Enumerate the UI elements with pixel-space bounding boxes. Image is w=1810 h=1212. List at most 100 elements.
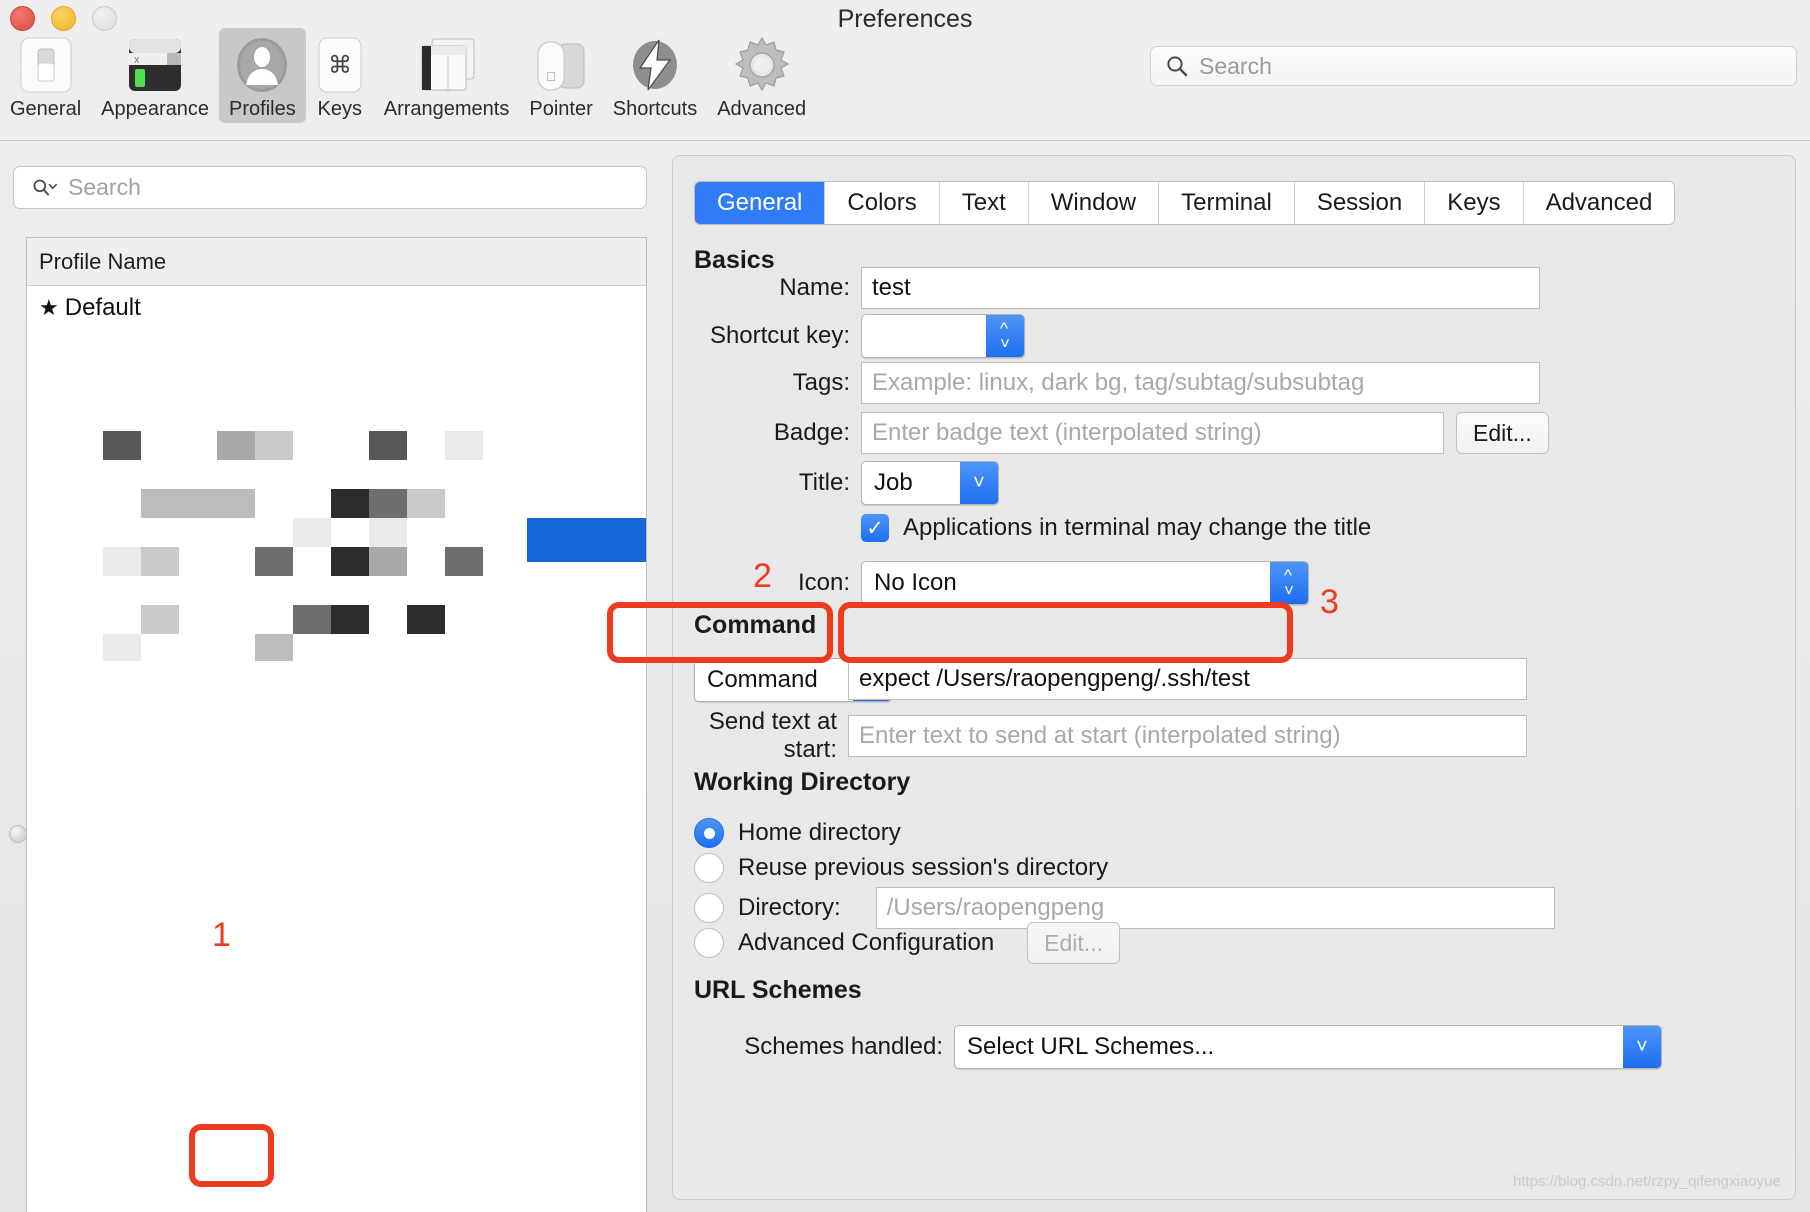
switch-icon (18, 34, 74, 96)
toolbar-item-label: Advanced (717, 98, 807, 120)
radio-custom-directory-label: Directory: (738, 894, 841, 921)
toolbar-item-label: Shortcuts (612, 98, 698, 120)
redacted-block (141, 489, 179, 518)
command-heading: Command (694, 611, 817, 639)
command-value-text: expect /Users/raopengpeng/.ssh/test (859, 665, 1250, 692)
profile-list[interactable]: Profile Name ★ Default test (26, 237, 647, 1212)
toolbar-item-label: General (10, 98, 82, 120)
profile-search-field[interactable]: Search (13, 166, 647, 209)
badge-field[interactable]: Enter badge text (interpolated string) (861, 412, 1444, 454)
name-field[interactable]: test (861, 267, 1540, 309)
radio-custom-directory[interactable] (694, 893, 724, 923)
star-icon: ★ (39, 295, 59, 320)
svg-text:⌘: ⌘ (328, 52, 352, 79)
redacted-block (369, 518, 407, 547)
send-text-field[interactable]: Enter text to send at start (interpolate… (848, 715, 1527, 757)
schemes-handled-popup[interactable]: Select URL Schemes... ˅ (954, 1025, 1662, 1069)
bolt-icon (626, 34, 684, 96)
icon-popup[interactable]: No Icon ^ ˅ (861, 561, 1309, 605)
redacted-block (103, 547, 141, 576)
title-change-checkbox-label: Applications in terminal may change the … (903, 514, 1372, 541)
title-value: Job (874, 469, 913, 496)
toolbar-item-advanced[interactable]: Advanced (707, 28, 816, 123)
redacted-block (255, 634, 293, 661)
stepper-arrows-icon[interactable]: ^˅ (1270, 562, 1308, 604)
list-item-default[interactable]: ★ Default (27, 286, 646, 330)
redacted-block (369, 431, 407, 460)
annotation-number-2: 2 (753, 557, 772, 595)
toolbar-search-field[interactable]: Search (1150, 46, 1797, 86)
redacted-block (141, 605, 179, 634)
watermark: https://blog.csdn.net/rzpy_qifengxiaoyue (1513, 1173, 1781, 1190)
toolbar-item-pointer[interactable]:  Pointer (519, 28, 602, 123)
advanced-edit-label: Edit... (1044, 929, 1103, 956)
redacted-block (293, 605, 331, 634)
radio-advanced-configuration-label: Advanced Configuration (738, 929, 995, 956)
icon-value: No Icon (874, 569, 957, 596)
redacted-block (217, 489, 255, 518)
tab-keys[interactable]: Keys (1425, 182, 1524, 224)
working-directory-heading: Working Directory (694, 768, 911, 796)
search-dropdown-icon (33, 179, 58, 195)
stepper-arrows-icon[interactable]: ^˅ (986, 315, 1024, 357)
advanced-configuration-edit-button: Edit... (1027, 922, 1120, 964)
redacted-block (179, 489, 217, 518)
command-value-field[interactable]: expect /Users/raopengpeng/.ssh/test (848, 658, 1527, 700)
redacted-block (369, 489, 407, 518)
windows-stack-icon (416, 34, 478, 96)
redacted-block (407, 489, 445, 518)
redacted-block (445, 431, 483, 460)
directory-field-placeholder: /Users/raopengpeng (886, 894, 1105, 921)
send-text-placeholder: Enter text to send at start (interpolate… (859, 722, 1341, 749)
toolbar-item-general[interactable]: General (0, 28, 91, 123)
terminal-window-icon: x (125, 34, 185, 96)
toolbar-item-keys[interactable]: ⌘ Keys (306, 28, 374, 123)
tab-colors[interactable]: Colors (825, 182, 940, 224)
redacted-block (103, 431, 141, 460)
tags-field[interactable]: Example: linux, dark bg, tag/subtag/subs… (861, 362, 1540, 404)
title-label: Title: (798, 469, 850, 496)
redacted-block (445, 547, 483, 576)
annotation-number-1: 1 (212, 916, 231, 954)
badge-edit-label: Edit... (1473, 419, 1532, 446)
sidebar-resize-handle[interactable] (9, 825, 27, 843)
svg-text::  (546, 69, 556, 84)
radio-home-directory-label: Home directory (738, 819, 901, 846)
toolbar-item-label: Profiles (229, 98, 296, 120)
toolbar-item-label: Keys (317, 98, 362, 120)
profile-list-header[interactable]: Profile Name (27, 238, 646, 286)
badge-edit-button[interactable]: Edit... (1456, 412, 1549, 454)
title-change-checkbox[interactable]: ✓ (861, 514, 889, 542)
toolbar-item-label: Appearance (101, 98, 210, 120)
search-icon (1167, 56, 1188, 77)
tab-window[interactable]: Window (1028, 182, 1160, 224)
redacted-block (369, 547, 407, 576)
tab-text[interactable]: Text (939, 182, 1029, 224)
toolbar-item-appearance[interactable]: x Appearance (91, 28, 219, 123)
toolbar-item-shortcuts[interactable]: Shortcuts (603, 28, 707, 123)
mouse-icon:  (532, 34, 590, 96)
shortcut-key-popup[interactable]: ^ ˅ (861, 314, 1025, 358)
tab-general[interactable]: General (695, 182, 826, 224)
redacted-block (103, 634, 141, 661)
radio-home-directory[interactable] (694, 818, 724, 848)
toolbar-item-profiles[interactable]: Profiles (219, 28, 306, 123)
schemes-handled-label: Schemes handled: (744, 1033, 943, 1060)
preferences-window: Preferences General x Appearance Profile… (0, 0, 1810, 1212)
tab-terminal[interactable]: Terminal (1159, 182, 1295, 224)
radio-reuse-previous-directory-label: Reuse previous session's directory (738, 854, 1109, 881)
title-popup[interactable]: Job ˅ (861, 461, 999, 505)
chevron-down-icon[interactable]: ˅ (960, 462, 998, 504)
shortcut-key-label: Shortcut key: (709, 322, 850, 349)
radio-reuse-previous-directory[interactable] (694, 853, 724, 883)
person-icon (232, 34, 292, 96)
redacted-block (331, 489, 369, 518)
chevron-down-icon[interactable]: ˅ (1623, 1026, 1661, 1068)
tab-advanced[interactable]: Advanced (1523, 182, 1675, 224)
radio-advanced-configuration[interactable] (694, 928, 724, 958)
command-key-icon: ⌘ (316, 34, 364, 96)
toolbar-item-arrangements[interactable]: Arrangements (374, 28, 520, 123)
tab-session[interactable]: Session (1294, 182, 1426, 224)
gear-icon (733, 34, 791, 96)
annotation-number-3: 3 (1320, 583, 1339, 621)
